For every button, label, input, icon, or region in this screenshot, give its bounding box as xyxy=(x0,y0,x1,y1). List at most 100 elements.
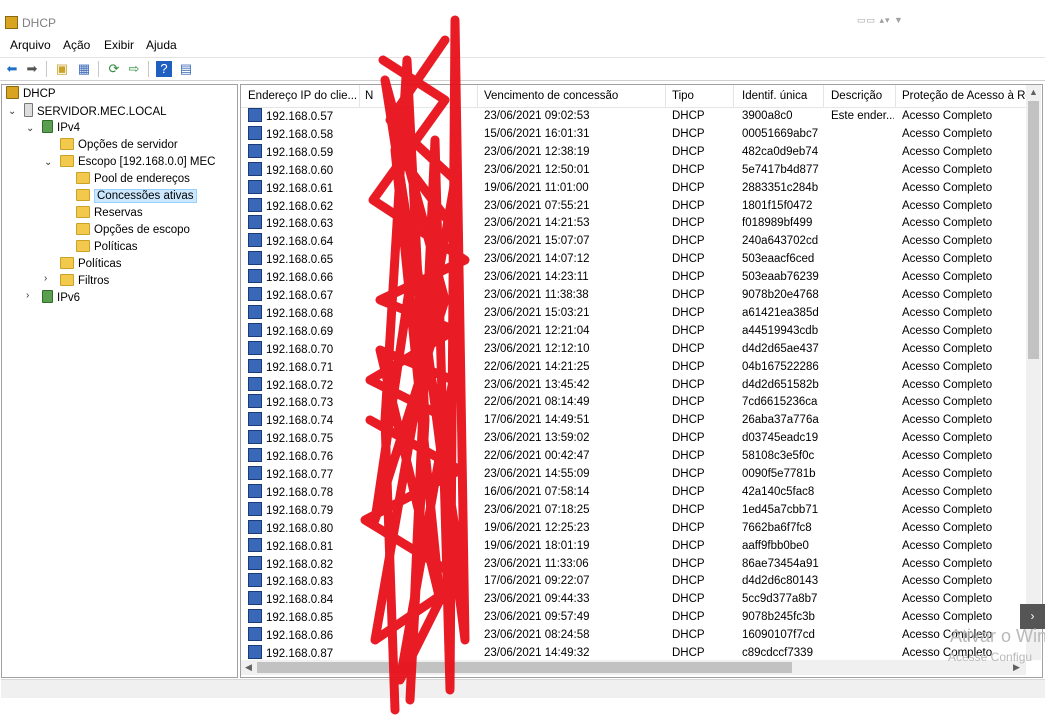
lease-icon xyxy=(248,233,262,248)
table-row[interactable]: 192.168.0.73 22/06/2021 08:14:49 DHCP 7cd66… xyxy=(241,394,1026,412)
vertical-scrollbar[interactable]: ▲ xyxy=(1026,85,1041,660)
properties-icon[interactable]: ▤ xyxy=(178,61,194,77)
tree-item-filters[interactable]: Filtros xyxy=(60,273,109,289)
cell-ip: 192.168.0.57 xyxy=(248,108,360,127)
ip-text: 192.168.0.78 xyxy=(266,486,334,499)
ip-text: 192.168.0.60 xyxy=(266,164,334,177)
table-row[interactable]: 192.168.0.71 22/06/2021 14:21:25 DHCP 04b16… xyxy=(241,358,1026,377)
back-icon[interactable]: ⬅ xyxy=(4,61,20,77)
cell-type: DHCP xyxy=(672,521,705,534)
column-header-type[interactable]: Tipo xyxy=(672,90,732,102)
scroll-left-icon[interactable]: ◀ xyxy=(245,662,252,673)
table-row[interactable]: 192.168.0.79 23/06/2021 07:18:25 DHCP 1ed45… xyxy=(241,501,1026,520)
column-header-nap[interactable]: Proteção de Acesso à Re xyxy=(902,90,1026,102)
show-hide-tree-icon[interactable]: ▦ xyxy=(76,61,92,77)
table-row[interactable]: 192.168.0.84 23/06/2021 09:44:33 DHCP 5cc9d… xyxy=(241,591,1026,609)
column-header-name[interactable]: N xyxy=(365,90,475,102)
scroll-up-icon[interactable]: ▲ xyxy=(1029,87,1038,97)
cell-nap: Acesso Completo xyxy=(902,271,993,284)
table-row[interactable]: 192.168.0.86 23/06/2021 08:24:58 DHCP 16090… xyxy=(241,627,1026,645)
table-row[interactable]: 192.168.0.63 23/06/2021 14:21:53 DHCP f0189… xyxy=(241,215,1026,233)
cell-unique-id: 9078b245fc3b xyxy=(742,611,815,624)
tree-item-scope[interactable]: Escopo [192.168.0.0] MEC xyxy=(60,154,215,170)
table-row[interactable]: 192.168.0.66 23/06/2021 14:23:11 DHCP 503ea… xyxy=(241,269,1026,287)
menu-arquivo[interactable]: Arquivo xyxy=(10,38,51,52)
forward-icon[interactable]: ➡ xyxy=(24,61,40,77)
column-header-unique-id[interactable]: Identif. única xyxy=(742,90,822,102)
table-row[interactable]: 192.168.0.72 23/06/2021 13:45:42 DHCP d4d2d… xyxy=(241,376,1026,395)
cell-ip: 192.168.0.62 xyxy=(248,197,360,217)
column-divider[interactable] xyxy=(823,85,824,107)
table-row[interactable]: 192.168.0.64 23/06/2021 15:07:07 DHCP 240a6… xyxy=(241,233,1026,251)
menu-ajuda[interactable]: Ajuda xyxy=(146,38,177,52)
table-row[interactable]: 192.168.0.62 23/06/2021 07:55:21 DHCP 1801f… xyxy=(241,197,1026,217)
chevron-right-icon[interactable]: › xyxy=(26,290,29,301)
tree-item-scope-policies[interactable]: Políticas xyxy=(76,239,137,255)
export-icon[interactable]: ⇨ xyxy=(126,61,142,77)
vertical-scroll-thumb[interactable] xyxy=(1028,101,1039,359)
ip-text: 192.168.0.62 xyxy=(266,200,334,213)
column-divider[interactable] xyxy=(477,85,478,107)
tree-item-server-options[interactable]: Opções de servidor xyxy=(60,137,178,153)
column-divider[interactable] xyxy=(359,85,360,107)
table-row[interactable]: 192.168.0.77 23/06/2021 14:55:09 DHCP 0090f… xyxy=(241,466,1026,484)
refresh-icon[interactable]: ⟳ xyxy=(106,61,122,77)
column-divider[interactable] xyxy=(733,85,734,107)
chevron-right-icon[interactable]: › xyxy=(44,273,47,284)
table-row[interactable]: 192.168.0.80 19/06/2021 12:25:23 DHCP 7662b… xyxy=(241,519,1026,538)
tree-item-server[interactable]: SERVIDOR.MEC.LOCAL xyxy=(24,103,167,119)
table-row[interactable]: 192.168.0.59 23/06/2021 12:38:19 DHCP 482ca… xyxy=(241,143,1026,162)
cell-type: DHCP xyxy=(672,450,705,463)
chevron-down-icon[interactable]: ⌄ xyxy=(44,157,52,168)
table-row[interactable]: 192.168.0.74 17/06/2021 14:49:51 DHCP 26aba… xyxy=(241,412,1026,430)
table-row[interactable]: 192.168.0.85 23/06/2021 09:57:49 DHCP 9078b… xyxy=(241,609,1026,627)
horizontal-scrollbar[interactable]: ◀ ▶ xyxy=(241,660,1026,675)
table-row[interactable]: 192.168.0.60 23/06/2021 12:50:01 DHCP 5e741… xyxy=(241,161,1026,180)
tree-item-address-pool[interactable]: Pool de endereços xyxy=(76,171,190,187)
tree-item-reservations[interactable]: Reservas xyxy=(76,205,143,221)
table-row[interactable]: 192.168.0.83 17/06/2021 09:22:07 DHCP d4d2d… xyxy=(241,573,1026,591)
column-divider[interactable] xyxy=(665,85,666,107)
table-row[interactable]: 192.168.0.76 22/06/2021 00:42:47 DHCP 58108… xyxy=(241,448,1026,466)
menu-acao[interactable]: Ação xyxy=(63,38,90,52)
table-row[interactable]: 192.168.0.70 23/06/2021 12:12:10 DHCP d4d2d… xyxy=(241,340,1026,359)
table-row[interactable]: 192.168.0.78 16/06/2021 07:58:14 DHCP 42a14… xyxy=(241,483,1026,502)
table-row[interactable]: 192.168.0.58 15/06/2021 16:01:31 DHCP 00051… xyxy=(241,125,1026,144)
cell-unique-id: 86ae73454a91 xyxy=(742,557,819,570)
tree-item-scope-options[interactable]: Opções de escopo xyxy=(76,222,190,238)
lease-icon xyxy=(248,412,262,427)
menu-exibir[interactable]: Exibir xyxy=(104,38,134,52)
cell-unique-id: 26aba37a776a xyxy=(742,414,819,427)
ip-text: 192.168.0.59 xyxy=(266,146,334,159)
column-header-ip[interactable]: Endereço IP do clie... xyxy=(248,90,358,102)
table-row[interactable]: 192.168.0.81 19/06/2021 18:01:19 DHCP aaff9… xyxy=(241,537,1026,556)
column-header-description[interactable]: Descrição xyxy=(831,90,896,102)
folder-icon xyxy=(60,155,74,167)
up-icon[interactable]: ▣ xyxy=(54,61,70,77)
help-icon[interactable]: ? xyxy=(156,61,172,77)
column-header-expiration[interactable]: Vencimento de concessão xyxy=(484,90,664,102)
tree-item-active-leases[interactable]: Concessões ativas xyxy=(76,188,197,204)
table-row[interactable]: 192.168.0.82 23/06/2021 11:33:06 DHCP 86ae7… xyxy=(241,555,1026,574)
cell-nap: Acesso Completo xyxy=(902,199,993,212)
table-row[interactable]: 192.168.0.75 23/06/2021 13:59:02 DHCP d0374… xyxy=(241,430,1026,448)
table-row[interactable]: 192.168.0.69 23/06/2021 12:21:04 DHCP a4451… xyxy=(241,322,1026,341)
table-row[interactable]: 192.168.0.61 19/06/2021 11:01:00 DHCP 28833… xyxy=(241,179,1026,198)
ip-text: 192.168.0.82 xyxy=(266,558,334,571)
tree-item-ipv4[interactable]: IPv4 xyxy=(42,120,80,136)
table-row[interactable]: 192.168.0.57 23/06/2021 09:02:53 DHCP 3900a… xyxy=(241,108,1026,126)
tree-item-dhcp[interactable]: DHCP xyxy=(6,86,56,102)
cell-ip: 192.168.0.67 xyxy=(248,287,360,306)
window-controls[interactable]: ▭▭ ▴▾ ▼ xyxy=(857,15,904,26)
table-row[interactable]: 192.168.0.68 23/06/2021 15:03:21 DHCP a6142… xyxy=(241,304,1026,323)
cell-nap: Acesso Completo xyxy=(902,557,993,570)
lease-icon xyxy=(248,143,262,158)
chevron-down-icon[interactable]: ⌄ xyxy=(26,123,34,134)
table-row[interactable]: 192.168.0.67 23/06/2021 11:38:38 DHCP 9078b… xyxy=(241,287,1026,305)
tree-item-ipv6[interactable]: IPv6 xyxy=(42,290,80,306)
horizontal-scroll-thumb[interactable] xyxy=(257,662,792,673)
chevron-down-icon[interactable]: ⌄ xyxy=(8,106,16,117)
column-divider[interactable] xyxy=(895,85,896,107)
tree-item-policies[interactable]: Políticas xyxy=(60,256,121,272)
table-row[interactable]: 192.168.0.65 23/06/2021 14:07:12 DHCP 503ea… xyxy=(241,251,1026,269)
